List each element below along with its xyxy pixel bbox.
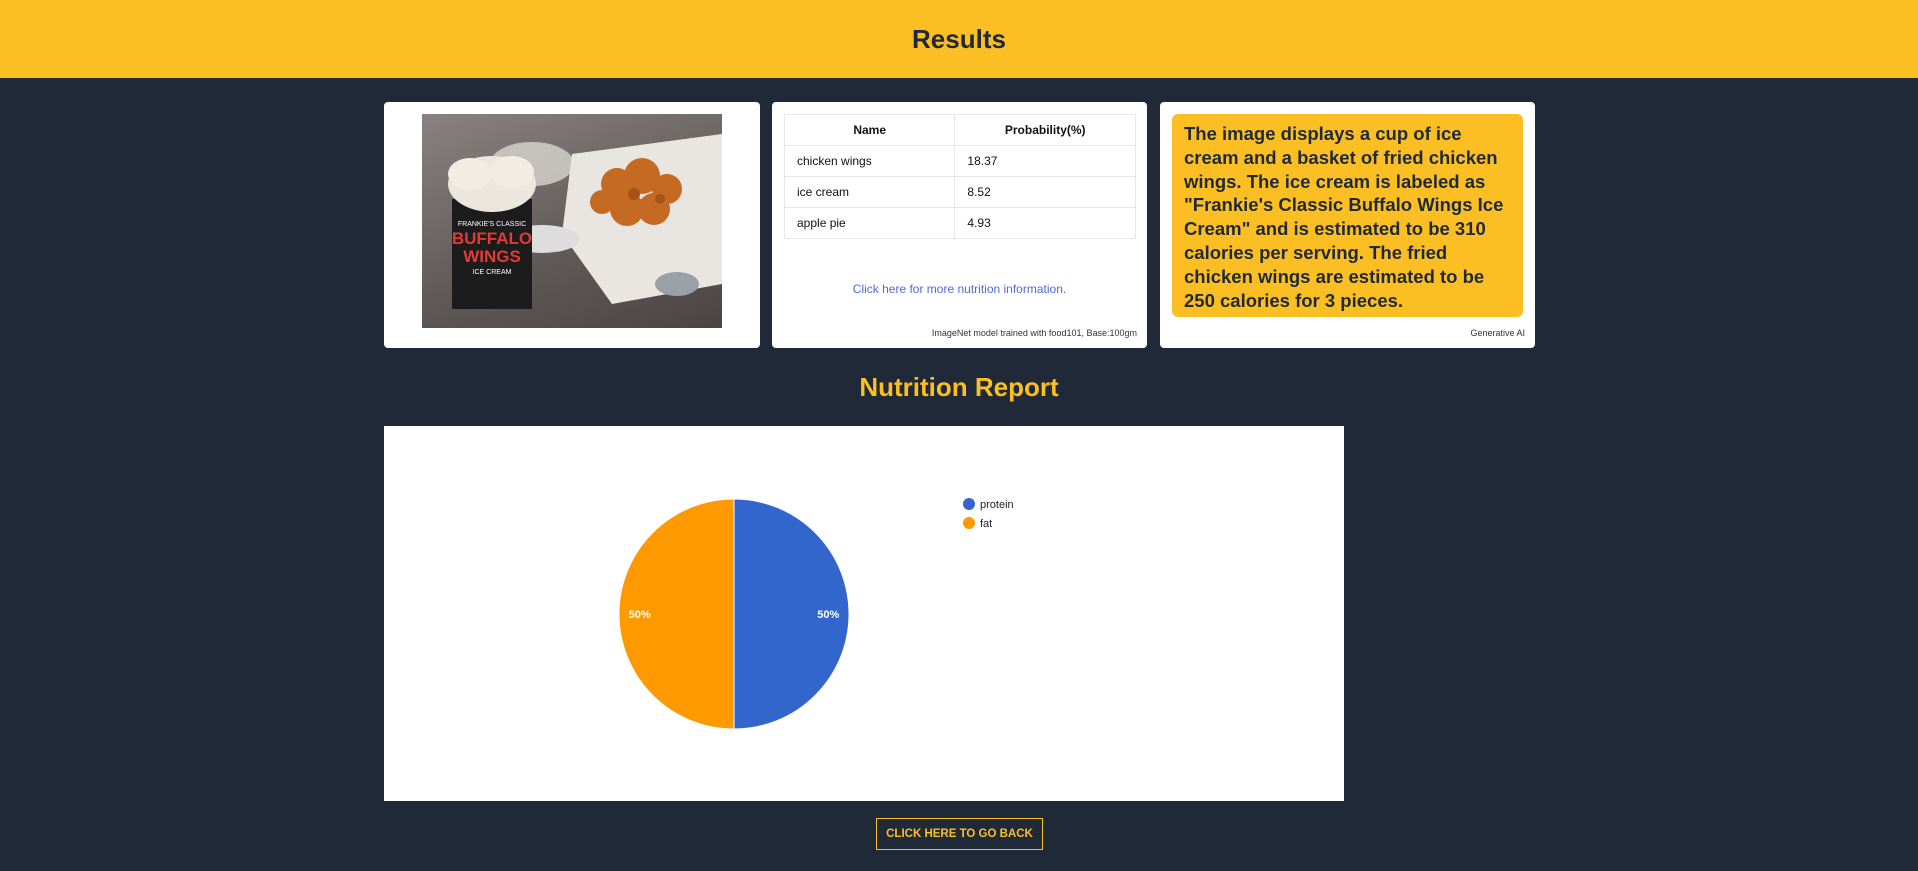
table-row: apple pie 4.93	[783, 207, 1136, 239]
image-card: FRANKIE'S CLASSIC BUFFALO WINGS ICE CREA…	[384, 102, 760, 348]
nutrition-report-title: Nutrition Report	[859, 372, 1059, 402]
legend-label-fat: fat	[980, 518, 992, 530]
column-header-probability: Probability(%)	[954, 114, 1136, 146]
model-footnote: ImageNet model trained with food101, Bas…	[931, 328, 1137, 338]
table-row: ice cream 8.52	[783, 176, 1136, 208]
ai-description: The image displays a cup of ice cream an…	[1172, 114, 1523, 317]
page-title: Results	[912, 23, 1006, 54]
ai-description-card: The image displays a cup of ice cream an…	[1160, 102, 1535, 348]
nutrition-pie-chart: 50% protein 50% fat	[384, 426, 1344, 801]
legend-label-protein: protein	[980, 499, 1014, 511]
svg-text:BUFFALO: BUFFALO	[452, 229, 532, 248]
food-name: apple pie	[783, 207, 956, 239]
pie-label-fat: 50%	[629, 609, 651, 621]
food-name: chicken wings	[783, 145, 956, 177]
legend-marker-fat	[963, 517, 975, 529]
column-header-name: Name	[783, 114, 956, 146]
probability: 18.37	[954, 145, 1136, 177]
go-back-button[interactable]: CLICK HERE TO GO BACK	[876, 818, 1043, 850]
probability: 8.52	[954, 176, 1136, 208]
svg-text:WINGS: WINGS	[463, 247, 521, 266]
photo-label: FRANKIE'S CLASSIC	[458, 221, 526, 228]
pie-svg: 50% protein 50% fat	[618, 498, 1014, 730]
nutrition-info-link[interactable]: Click here for more nutrition informatio…	[772, 282, 1147, 296]
predictions-table: Name Probability(%) chicken wings 18.37 ic…	[783, 114, 1136, 239]
food-photo: FRANKIE'S CLASSIC BUFFALO WINGS ICE CREA…	[422, 114, 722, 328]
probability: 4.93	[954, 207, 1136, 239]
svg-text:ICE CREAM: ICE CREAM	[473, 269, 512, 276]
food-photo-illustration: FRANKIE'S CLASSIC BUFFALO WINGS ICE CREA…	[448, 134, 722, 309]
ai-footnote: Generative AI	[1470, 328, 1525, 338]
pie-label-protein: 50%	[817, 609, 839, 621]
food-name: ice cream	[783, 176, 956, 208]
header: Results	[0, 0, 1918, 78]
predictions-card: Name Probability(%) chicken wings 18.37 ic…	[772, 102, 1147, 348]
table-row: chicken wings 18.37	[783, 145, 1136, 177]
legend-marker-protein	[963, 498, 975, 510]
